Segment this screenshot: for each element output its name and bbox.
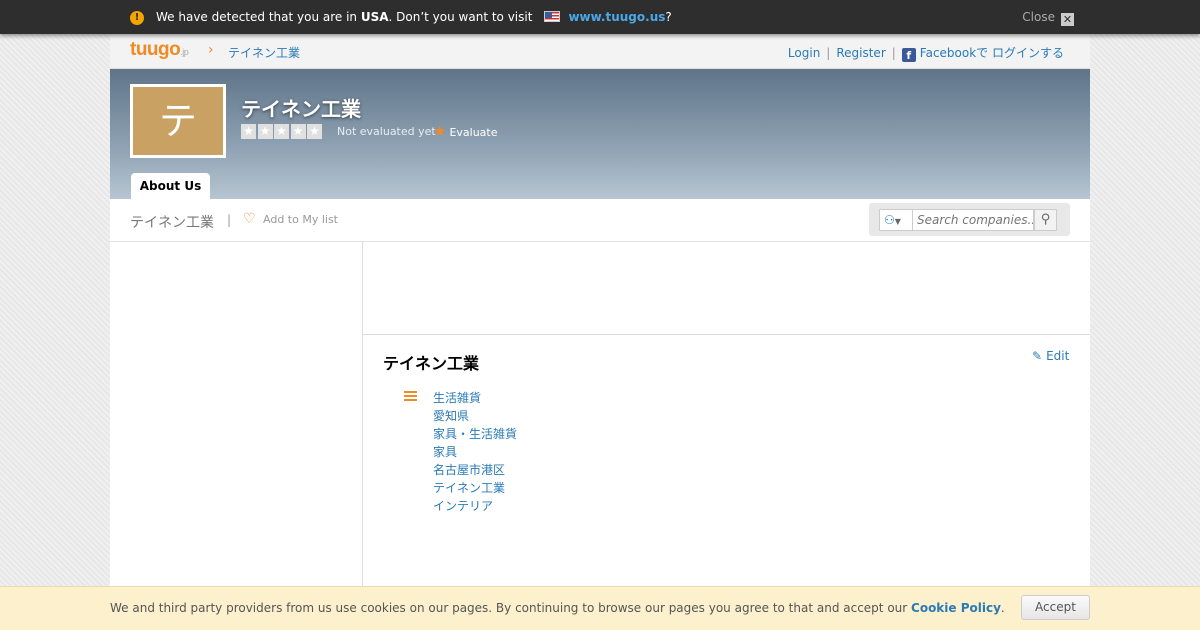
left-sidebar [110,242,363,630]
star-icon[interactable]: ★ [274,124,289,139]
company-title: テイネン工業 [241,97,361,121]
list-item: 愛知県 [433,407,517,425]
company-avatar: テ [130,84,226,158]
chevron-down-icon: ▼ [894,217,901,226]
edit-button[interactable]: ✎ Edit [1032,349,1069,363]
breadcrumb-chevron-icon: › [208,42,214,58]
geo-question-mark: ? [665,10,672,24]
logo-text: tuugo [130,39,181,60]
category-link[interactable]: インテリア [433,499,493,513]
nav-separator: | [826,46,831,60]
nav-separator: | [891,46,896,60]
org-chart-icon: ⚇ [884,213,895,227]
star-icon[interactable]: ★ [257,124,273,139]
account-links: Login | Register | f Facebookで ログインする [782,44,1070,62]
edit-label: Edit [1046,349,1070,363]
tuugo-logo[interactable]: tuugo.jp [130,39,189,61]
cookie-period: . [1000,601,1005,615]
facebook-icon: f [901,48,916,62]
rating-stars[interactable]: ★ ★ ★ ★ ★ [241,124,324,139]
company-header: テ テイネン工業 ★ ★ ★ ★ ★ Not evaluated yet ★ Evalua… [110,69,1090,200]
search-button[interactable]: ⚲ [1034,209,1057,231]
category-link[interactable]: 家具 [433,445,457,459]
star-icon[interactable]: ★ [290,124,306,139]
geo-close-button[interactable]: Close ✕ [1022,10,1074,26]
cookie-policy-link[interactable]: Cookie Policy [911,601,1001,615]
star-icon[interactable]: ★ [241,124,256,139]
logo-suffix: .jp [180,47,189,57]
cookie-message: We and third party providers from us use… [110,601,1005,615]
register-link[interactable]: Register [836,46,885,60]
section-title: テイネン工業 [383,354,480,373]
add-to-list-link[interactable]: Add to My list [263,213,338,226]
facebook-login-link[interactable]: f Facebookで ログインする [901,46,1064,62]
list-item: 家具・生活雑貨 [433,425,517,443]
top-nav: tuugo.jp › テイネン工業 Login | Register | f Facebo… [110,34,1090,69]
accept-cookies-button[interactable]: Accept [1021,595,1090,620]
login-link[interactable]: Login [788,46,820,60]
evaluate-star-icon: ★ [433,122,447,140]
facebook-login-label: Facebookで ログインする [919,46,1064,60]
category-list: 生活雑貨 愛知県 家具・生活雑貨 家具 名古屋市港区 テイネン工業 インテリア [433,389,517,515]
geo-text-after: . Don’t you want to visit [388,10,533,24]
search-icon: ⚲ [1040,212,1051,227]
category-link[interactable]: 生活雑貨 [433,391,481,405]
list-item: 名古屋市港区 [433,461,517,479]
close-icon[interactable]: ✕ [1061,13,1074,26]
pencil-icon: ✎ [1032,349,1043,363]
list-item: インテリア [433,497,517,515]
geo-country: USA [360,10,389,24]
list-item: 家具 [433,443,517,461]
evaluate-label: Evaluate [449,126,498,139]
cookie-consent-bar: We and third party providers from us use… [0,586,1200,630]
company-subbar: テイネン工業 | ♡ Add to My list ⚇▼ ⚲ [110,199,1090,242]
search-input[interactable] [912,209,1034,231]
search-category-dropdown[interactable]: ⚇▼ [879,209,913,231]
geo-notification-bar: ! We have detected that you are in USA. … [0,0,1200,34]
subbar-company-name: テイネン工業 [130,215,214,231]
list-item: 生活雑貨 [433,389,517,407]
tab-about-us[interactable]: About Us [131,173,210,200]
star-icon[interactable]: ★ [307,124,322,139]
heart-icon[interactable]: ♡ [243,211,256,227]
rating-status: Not evaluated yet [337,125,436,138]
list-item: テイネン工業 [433,479,517,497]
geo-message: We have detected that you are in USA. Do… [156,10,672,24]
cookie-text: We and third party providers from us use… [110,601,912,615]
us-flag-icon [544,11,561,22]
evaluate-button[interactable]: ★ Evaluate [433,122,498,140]
search-box: ⚇▼ ⚲ [869,203,1070,236]
breadcrumb-company[interactable]: テイネン工業 [228,44,300,61]
geo-text-before: We have detected that you are in [156,10,361,24]
list-icon [404,391,417,401]
geo-close-label: Close [1022,10,1055,24]
category-link[interactable]: 愛知県 [433,409,469,423]
category-link[interactable]: 家具・生活雑貨 [433,427,517,441]
ad-placeholder [363,242,1090,335]
warning-icon: ! [130,11,144,25]
category-link[interactable]: 名古屋市港区 [433,463,505,477]
page-container: tuugo.jp › テイネン工業 Login | Register | f Facebo… [110,34,1090,630]
subbar-separator: | [227,213,232,227]
geo-site-link[interactable]: www.tuugo.us [568,10,665,24]
category-link[interactable]: テイネン工業 [433,481,505,495]
